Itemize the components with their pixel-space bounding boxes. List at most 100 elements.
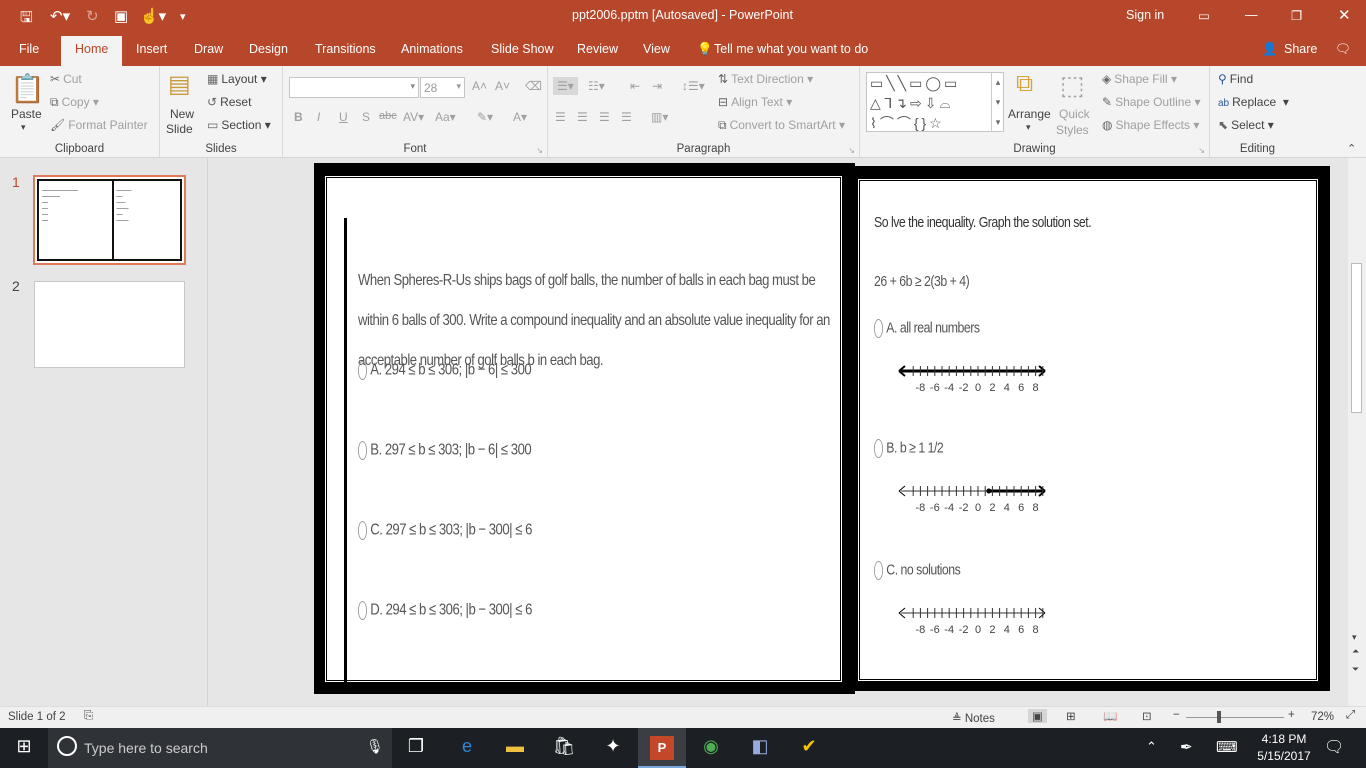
app-icon-2[interactable]: ◧ (748, 736, 772, 760)
notes-button[interactable]: ≜ Notes (952, 711, 995, 725)
task-view-icon[interactable]: ❐ (404, 736, 428, 760)
answer-option-a[interactable]: A. 294 ≤ b ≤ 306; |b − 6| ≤ 300 (358, 361, 532, 380)
font-dialog-launcher-icon[interactable]: ↘ (536, 146, 543, 155)
format-painter-button[interactable]: 🖌 Format Painter (50, 118, 148, 132)
tab-insert[interactable]: Insert (136, 42, 167, 56)
radio-button[interactable] (874, 561, 884, 580)
copy-button[interactable]: ⧉ Copy ▾ (50, 95, 99, 110)
italic-button[interactable]: I (317, 110, 320, 124)
slide-show-icon[interactable]: ⊡ (1142, 709, 1152, 723)
slide-thumbnail-2[interactable] (34, 281, 185, 368)
font-name-dropdown[interactable]: ▾ (289, 77, 419, 98)
underline-button[interactable]: U (339, 110, 348, 124)
fit-to-window-icon[interactable]: ⤢ (1346, 709, 1355, 722)
pen-workspace-icon[interactable]: ✒ (1180, 738, 1193, 756)
radio-button[interactable] (874, 439, 884, 458)
start-from-beginning-icon[interactable]: ▣ (114, 7, 128, 25)
zoom-out-button[interactable]: − (1173, 709, 1180, 721)
tab-home[interactable]: Home (61, 36, 123, 66)
microphone-icon[interactable]: 🎙 (366, 738, 384, 755)
strikethrough-button[interactable]: abc (379, 110, 397, 122)
drawing-dialog-launcher-icon[interactable]: ↘ (1198, 146, 1205, 155)
comments-icon[interactable]: 🗨 (1335, 42, 1351, 57)
redo-icon[interactable]: ↻ (86, 7, 99, 25)
text-direction-button[interactable]: ⇅ Text Direction ▾ (718, 72, 813, 86)
new-slide-icon[interactable]: ▤ (168, 70, 191, 99)
scrollbar-thumb[interactable] (1351, 263, 1362, 413)
line-spacing-icon[interactable]: ↕☰▾ (682, 79, 705, 93)
arrange-button[interactable]: Arrange (1008, 107, 1051, 121)
paste-dropdown-icon[interactable]: ▾ (21, 122, 26, 133)
paste-icon[interactable]: 📋 (10, 72, 45, 105)
arrange-icon[interactable]: ⧉ (1016, 70, 1033, 98)
answer-option-d[interactable]: D. 294 ≤ b ≤ 306; |b − 300| ≤ 6 (358, 601, 532, 620)
clock-time[interactable]: 4:18 PM (1256, 732, 1312, 746)
decrease-indent-icon[interactable]: ⇤ (630, 79, 640, 93)
file-explorer-icon[interactable]: ▬ (503, 736, 527, 760)
answer-option-b[interactable]: B. 297 ≤ b ≤ 303; |b − 6| ≤ 300 (358, 441, 532, 460)
highlight-icon[interactable]: ✎▾ (477, 110, 493, 124)
paste-button[interactable]: Paste (11, 107, 42, 121)
change-case-icon[interactable]: Aa▾ (435, 110, 456, 124)
zoom-level[interactable]: 72% (1311, 711, 1334, 723)
zoom-in-button[interactable]: + (1288, 709, 1295, 721)
answer-option-c[interactable]: C. 297 ≤ b ≤ 303; |b − 300| ≤ 6 (358, 521, 532, 540)
character-spacing-icon[interactable]: AV▾ (403, 110, 424, 124)
quick-styles-label-2[interactable]: Styles (1056, 123, 1089, 137)
paragraph-dialog-launcher-icon[interactable]: ↘ (848, 146, 855, 155)
tab-draw[interactable]: Draw (194, 42, 223, 56)
question-image-left[interactable]: When Spheres-R-Us ships bags of golf bal… (314, 163, 855, 694)
shape-effects-button[interactable]: ◍ Shape Effects ▾ (1102, 118, 1199, 132)
cut-button[interactable]: ✂ Cut (50, 72, 82, 86)
touch-mode-icon[interactable]: ☝▾ (140, 7, 166, 25)
norton-icon[interactable]: ✔ (797, 736, 821, 760)
scroll-down-arrow[interactable]: ▾ (1352, 632, 1357, 643)
reading-view-icon[interactable]: 📖 (1103, 709, 1117, 723)
shadow-button[interactable]: S (362, 110, 370, 124)
decrease-font-icon[interactable]: A˅ (495, 79, 510, 93)
section-button[interactable]: ▭ Section ▾ (207, 118, 271, 132)
share-icon[interactable]: 👤 (1262, 42, 1278, 57)
taskbar-search-box[interactable]: Type here to search 🎙 (48, 728, 392, 768)
align-left-icon[interactable]: ☰ (555, 110, 566, 124)
minimize-button[interactable]: — (1245, 8, 1258, 22)
customize-qat-icon[interactable]: ▾ (180, 10, 186, 23)
answer-option-b[interactable]: B. b ≥ 1 1/2 (874, 439, 944, 458)
collapse-ribbon-icon[interactable]: ⌃ (1347, 142, 1356, 155)
edge-icon[interactable]: e (455, 736, 479, 760)
share-button[interactable]: Share (1284, 42, 1317, 56)
radio-button[interactable] (358, 601, 368, 620)
radio-button[interactable] (874, 319, 884, 338)
new-slide-button[interactable]: New (170, 107, 194, 121)
radio-button[interactable] (358, 441, 368, 460)
answer-option-a[interactable]: A. all real numbers (874, 319, 980, 338)
undo-icon[interactable]: ↶▾ (50, 7, 70, 25)
find-button[interactable]: ⚲ Find (1218, 72, 1253, 86)
tab-design[interactable]: Design (249, 42, 288, 56)
clock-date[interactable]: 5/15/2017 (1256, 749, 1312, 763)
new-slide-label-2[interactable]: Slide (166, 122, 193, 136)
font-color-icon[interactable]: A▾ (513, 110, 527, 124)
radio-button[interactable] (358, 521, 368, 540)
reset-button[interactable]: ↺ Reset (207, 95, 251, 109)
tab-transitions[interactable]: Transitions (315, 42, 376, 56)
tab-file[interactable]: File (19, 42, 39, 56)
bold-button[interactable]: B (294, 110, 303, 124)
quick-styles-icon[interactable]: ⬚ (1060, 70, 1085, 101)
increase-font-icon[interactable]: A˄ (472, 79, 487, 93)
shape-fill-button[interactable]: ◈ Shape Fill ▾ (1102, 72, 1177, 86)
quick-styles-button[interactable]: Quick (1059, 107, 1090, 121)
app-icon[interactable]: ✦ (601, 736, 625, 760)
normal-view-icon[interactable]: ▣ (1028, 709, 1047, 723)
align-right-icon[interactable]: ☰ (599, 110, 610, 124)
zoom-slider[interactable] (1186, 717, 1284, 718)
tab-slide-show[interactable]: Slide Show (491, 42, 554, 56)
windows-start-icon[interactable]: ⊞ (12, 736, 36, 760)
align-text-button[interactable]: ⊟ Align Text ▾ (718, 95, 792, 109)
ribbon-display-options-icon[interactable]: ▭ (1198, 8, 1210, 23)
justify-icon[interactable]: ☰ (621, 110, 632, 124)
slide-sorter-icon[interactable]: ⊞ (1066, 709, 1076, 723)
increase-indent-icon[interactable]: ⇥ (652, 79, 662, 93)
notifications-icon[interactable]: 🗨 (1324, 737, 1344, 757)
select-button[interactable]: ⬉ Select ▾ (1218, 118, 1274, 132)
